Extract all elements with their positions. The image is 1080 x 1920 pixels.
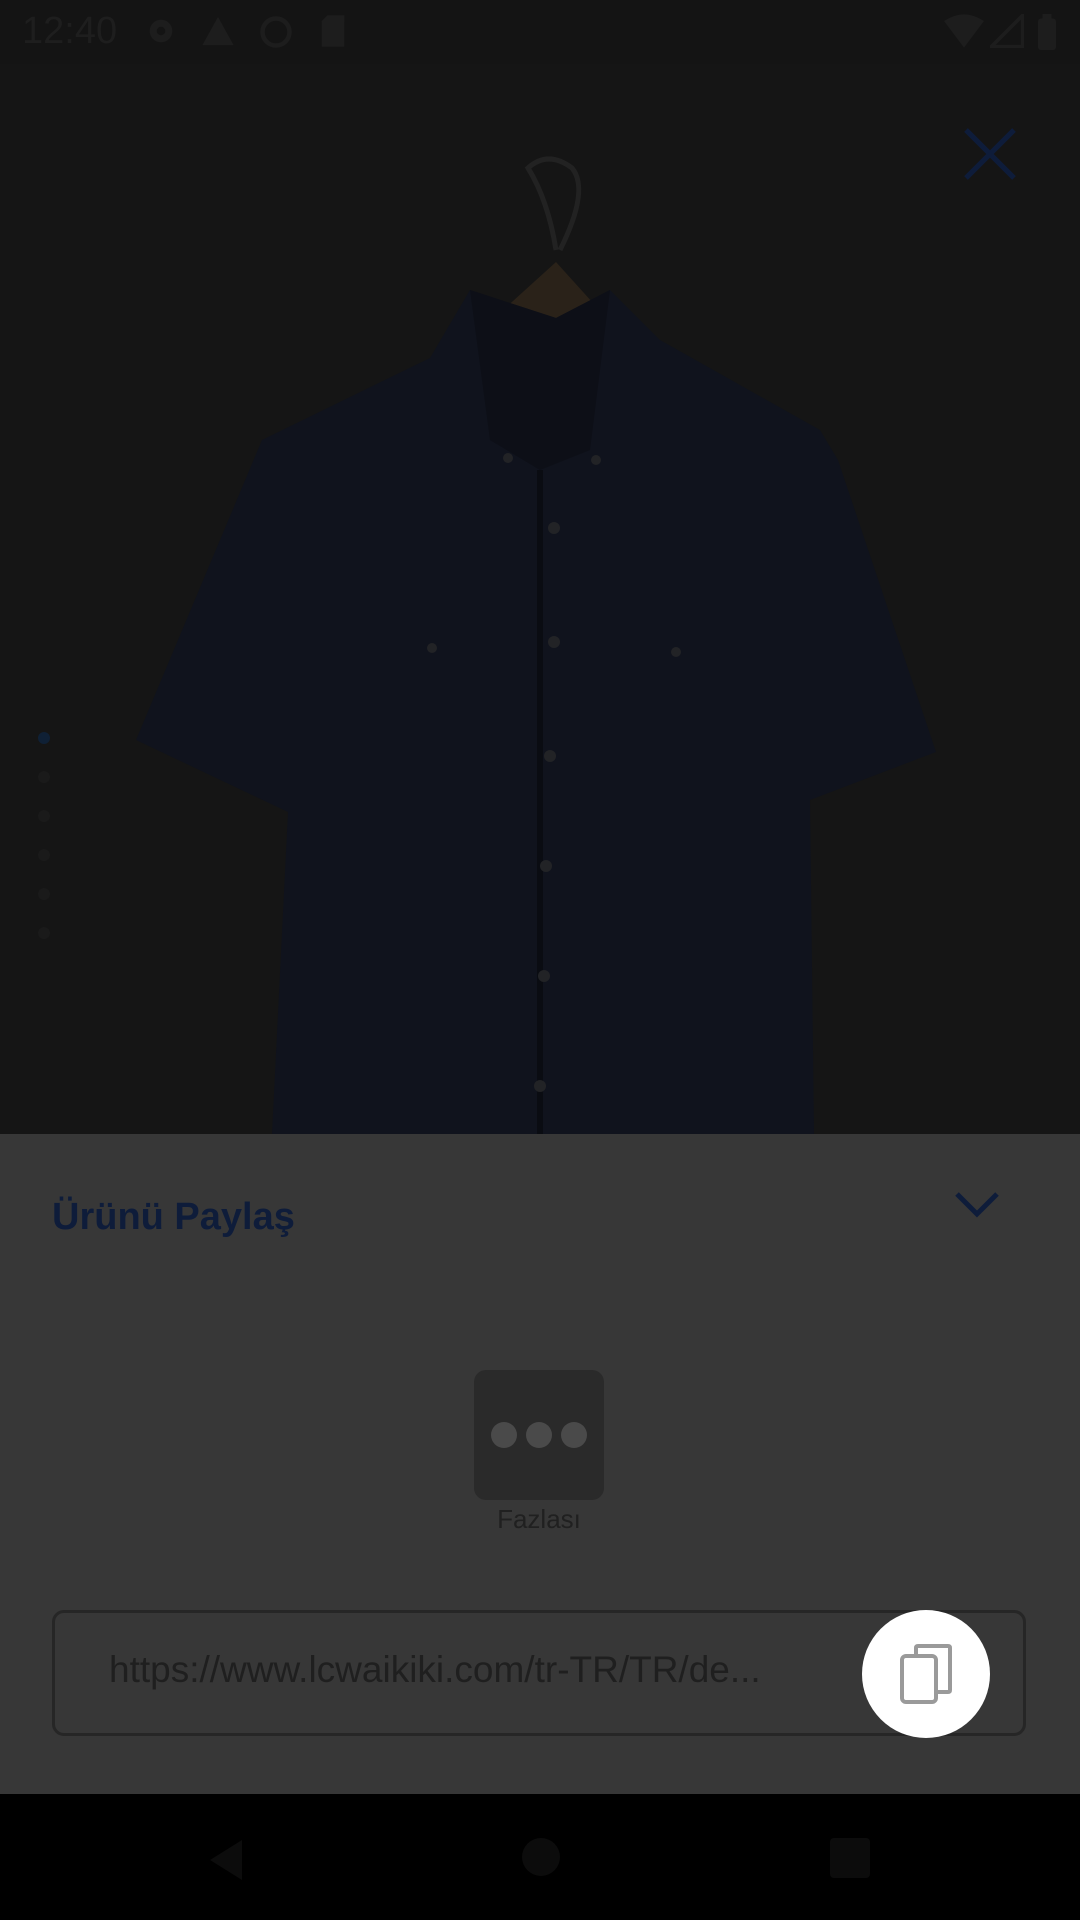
warning-icon xyxy=(202,16,234,46)
battery-icon xyxy=(1038,14,1056,50)
share-url-text: https://www.lcwaikiki.com/tr-TR/TR/de... xyxy=(109,1649,761,1690)
share-app-more[interactable]: Fazlası xyxy=(474,1370,604,1535)
recents-icon[interactable] xyxy=(830,1838,870,1878)
sd-card-icon xyxy=(321,15,345,47)
shirt-image xyxy=(136,156,936,1134)
pager-dot[interactable] xyxy=(38,849,50,861)
sync-icon xyxy=(260,16,292,48)
system-nav-bar xyxy=(0,1794,1080,1920)
more-icon[interactable] xyxy=(474,1370,604,1500)
status-bar: 12:40 xyxy=(0,0,1080,64)
product-image[interactable] xyxy=(0,64,1080,1134)
chevron-down-icon[interactable] xyxy=(952,1184,1002,1224)
pager-dot[interactable] xyxy=(38,927,50,939)
pager-dot-active[interactable] xyxy=(38,732,50,744)
share-app-label: Fazlası xyxy=(497,1504,581,1534)
gear-icon xyxy=(149,19,173,43)
copy-link-button[interactable] xyxy=(862,1610,990,1738)
close-icon[interactable] xyxy=(960,124,1020,184)
signal-icon xyxy=(990,14,1024,48)
copy-icon xyxy=(900,1644,952,1704)
share-sheet-title: Ürünü Paylaş xyxy=(52,1196,295,1238)
pager-dot[interactable] xyxy=(38,771,50,783)
pager-dot[interactable] xyxy=(38,810,50,822)
home-icon[interactable] xyxy=(522,1838,560,1876)
pager-dot[interactable] xyxy=(38,888,50,900)
back-icon[interactable] xyxy=(206,1838,246,1882)
wifi-icon xyxy=(944,14,984,48)
image-pager-dots xyxy=(38,732,50,966)
status-time: 12:40 xyxy=(22,10,118,52)
